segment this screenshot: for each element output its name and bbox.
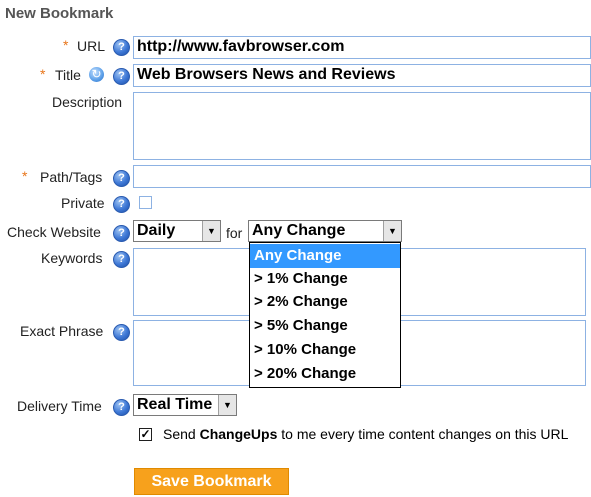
for-label: for xyxy=(226,225,243,241)
dropdown-option[interactable]: > 10% Change xyxy=(250,338,400,362)
chevron-down-icon: ▼ xyxy=(202,221,220,241)
dropdown-option[interactable]: > 1% Change xyxy=(250,267,400,291)
notify-checkbox[interactable]: ✓ xyxy=(139,428,152,441)
required-marker: * xyxy=(40,66,46,82)
check-website-label: Check Website xyxy=(7,224,101,240)
url-label: URL xyxy=(77,38,106,54)
keywords-label: Keywords xyxy=(41,250,103,266)
title-help-icon[interactable]: ? xyxy=(113,68,130,85)
change-select-value: Any Change xyxy=(252,222,346,239)
save-bookmark-button[interactable]: Save Bookmark xyxy=(134,468,289,495)
check-website-help-icon[interactable]: ? xyxy=(113,225,130,242)
delivery-time-help-icon[interactable]: ? xyxy=(113,399,130,416)
notify-text-bold: ChangeUps xyxy=(199,426,278,442)
title-field-value: Web Browsers News and Reviews xyxy=(137,66,396,83)
description-textarea[interactable] xyxy=(133,92,591,160)
notify-text-after: to me every time content changes on this… xyxy=(277,426,569,442)
exact-phrase-label: Exact Phrase xyxy=(20,323,104,339)
notify-text: Send ChangeUps to me every time content … xyxy=(163,426,568,442)
description-label: Description xyxy=(52,94,123,110)
chevron-down-icon: ▼ xyxy=(218,395,236,415)
dropdown-option[interactable]: > 20% Change xyxy=(250,362,400,386)
dropdown-option[interactable]: > 2% Change xyxy=(250,290,400,314)
chevron-down-icon: ▼ xyxy=(383,221,401,241)
frequency-select[interactable]: Daily ▼ xyxy=(133,220,221,242)
required-marker: * xyxy=(63,37,69,53)
change-dropdown-list[interactable]: Any Change > 1% Change > 2% Change > 5% … xyxy=(249,242,401,388)
path-tags-field[interactable] xyxy=(133,165,591,188)
private-label: Private xyxy=(61,195,105,211)
path-tags-label: Path/Tags xyxy=(40,169,103,185)
dropdown-option[interactable]: > 5% Change xyxy=(250,314,400,338)
required-marker: * xyxy=(22,168,28,184)
title-field[interactable]: Web Browsers News and Reviews xyxy=(133,64,591,87)
refresh-icon[interactable]: ↻ xyxy=(89,67,104,82)
title-label: Title xyxy=(55,67,81,83)
url-field[interactable]: http://www.favbrowser.com xyxy=(133,36,591,59)
frequency-select-value: Daily xyxy=(137,222,176,239)
keywords-help-icon[interactable]: ? xyxy=(113,251,130,268)
private-checkbox[interactable] xyxy=(139,196,152,209)
page-title: New Bookmark xyxy=(5,5,114,22)
notify-text-before: Send xyxy=(163,426,200,442)
change-select[interactable]: Any Change ▼ xyxy=(248,220,402,242)
delivery-time-select[interactable]: Real Time ▼ xyxy=(133,394,237,416)
private-help-icon[interactable]: ? xyxy=(113,196,130,213)
url-field-value: http://www.favbrowser.com xyxy=(137,38,345,55)
exact-phrase-help-icon[interactable]: ? xyxy=(113,324,130,341)
url-help-icon[interactable]: ? xyxy=(113,39,130,56)
dropdown-option[interactable]: Any Change xyxy=(250,244,400,268)
delivery-time-select-value: Real Time xyxy=(137,396,213,413)
path-tags-help-icon[interactable]: ? xyxy=(113,170,130,187)
delivery-time-label: Delivery Time xyxy=(17,398,102,414)
